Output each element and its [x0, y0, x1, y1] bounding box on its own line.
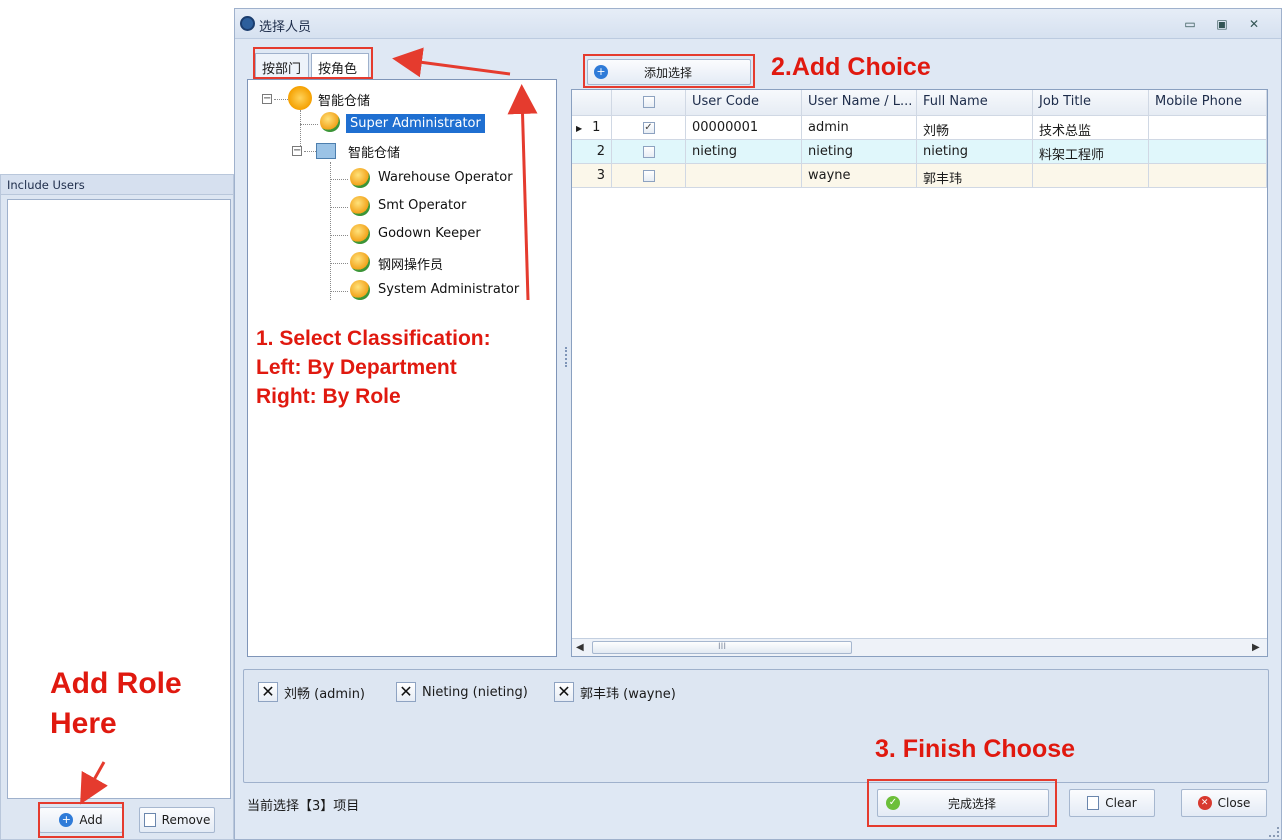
clear-button[interactable]: Clear [1069, 789, 1155, 817]
grid-header-indicator [572, 90, 612, 116]
tree-node-role[interactable]: Godown Keeper [378, 226, 481, 241]
remove-chip-icon[interactable]: ✕ [258, 682, 278, 702]
row-indicator: ▶ 1 [572, 116, 612, 140]
table-row[interactable]: ▶ 1 ✓ 00000001 admin 刘畅 技术总监 [572, 116, 1267, 140]
chip-label: 刘畅 (admin) [284, 686, 366, 702]
cell-user-name: wayne [802, 164, 917, 188]
tree-node-role[interactable]: System Administrator [378, 282, 519, 297]
remove-chip-icon[interactable]: ✕ [554, 682, 574, 702]
close-window-icon[interactable]: ✕ [1247, 17, 1261, 31]
cell-user-name: admin [802, 116, 917, 140]
row-checkbox[interactable] [642, 170, 655, 182]
dialog-app-icon [240, 16, 255, 31]
minimize-icon[interactable]: ▭ [1183, 17, 1197, 31]
org-root-icon [288, 86, 312, 110]
expand-root-icon[interactable]: − [262, 94, 272, 104]
maximize-icon[interactable]: ▣ [1215, 17, 1229, 31]
remove-button-label: Remove [161, 813, 211, 827]
annotation-box-finish [867, 779, 1057, 827]
table-row[interactable]: 2 nieting nieting nieting 料架工程师 [572, 140, 1267, 164]
annotation-finish-choose: 3. Finish Choose [875, 735, 1076, 763]
close-button[interactable]: ✕ Close [1181, 789, 1267, 817]
cell-user-name: nieting [802, 140, 917, 164]
tree-node-root[interactable]: 智能仓储 [318, 90, 370, 109]
row-number: 2 [572, 140, 612, 164]
cell-user-code [686, 164, 802, 188]
user-group-icon [350, 280, 370, 300]
department-icon [316, 143, 336, 159]
selected-users-area: ✕ 刘畅 (admin) ✕ Nieting (nieting) ✕ 郭丰玮 (… [243, 669, 1269, 783]
cell-user-code: nieting [686, 140, 802, 164]
annotation-box-add-choice [583, 54, 755, 88]
cell-job-title: 技术总监 [1033, 116, 1149, 140]
annotation-add-choice: 2.Add Choice [771, 53, 931, 81]
cell-user-code: 00000001 [686, 116, 802, 140]
annotation-add-role: Add Role Here [50, 667, 182, 740]
close-circle-icon: ✕ [1197, 796, 1212, 810]
chip-label: 郭丰玮 (wayne) [580, 686, 676, 702]
chip-label: Nieting (nieting) [422, 684, 528, 700]
row-checkbox-cell[interactable]: ✓ [612, 116, 686, 140]
scroll-left-icon[interactable]: ◀ [576, 642, 584, 653]
cell-full-name: 郭丰玮 [917, 164, 1033, 188]
annotation-box-tabs [253, 47, 373, 79]
selected-chip[interactable]: ✕ Nieting (nieting) [396, 682, 528, 702]
row-checkbox-checked[interactable]: ✓ [642, 122, 655, 134]
row-checkbox-cell[interactable] [612, 140, 686, 164]
cell-full-name: nieting [917, 140, 1033, 164]
users-grid: User Code User Name / L... Full Name Job… [571, 89, 1268, 657]
cell-mobile-phone [1149, 116, 1267, 140]
user-group-icon [350, 168, 370, 188]
cell-job-title [1033, 164, 1149, 188]
user-group-icon [350, 252, 370, 272]
row-number: 3 [572, 164, 612, 188]
remove-icon [143, 813, 156, 827]
remove-chip-icon[interactable]: ✕ [396, 682, 416, 702]
select-all-checkbox[interactable] [642, 96, 655, 108]
clear-button-label: Clear [1105, 796, 1137, 810]
dialog-titlebar: 选择人员 ▭ ▣ ✕ [235, 9, 1281, 39]
close-button-label: Close [1217, 796, 1251, 810]
cell-mobile-phone [1149, 164, 1267, 188]
selected-chip[interactable]: ✕ 刘畅 (admin) [258, 682, 365, 702]
clear-icon [1087, 796, 1100, 810]
row-checkbox-cell[interactable] [612, 164, 686, 188]
user-group-icon [350, 196, 370, 216]
scroll-right-icon[interactable]: ▶ [1252, 642, 1260, 653]
grid-header-mobile-phone[interactable]: Mobile Phone [1149, 90, 1267, 116]
cell-job-title: 料架工程师 [1033, 140, 1149, 164]
tree-node-role[interactable]: Warehouse Operator [378, 170, 513, 185]
current-row-icon: ▶ [576, 124, 583, 133]
tree-node-role[interactable]: Smt Operator [378, 198, 466, 213]
grid-header-checkbox[interactable] [612, 90, 686, 116]
cell-full-name: 刘畅 [917, 116, 1033, 140]
status-text: 当前选择【3】项目 [247, 799, 360, 814]
user-group-icon [350, 224, 370, 244]
grid-header-job-title[interactable]: Job Title [1033, 90, 1149, 116]
scroll-thumb[interactable]: III [592, 641, 852, 654]
grid-header-user-name[interactable]: User Name / L... [802, 90, 917, 116]
select-users-dialog: 选择人员 ▭ ▣ ✕ 按部门 按角色 − 智能仓储 Super Administ… [234, 8, 1282, 840]
splitter-handle[interactable] [565, 347, 567, 367]
include-users-header: Include Users [1, 175, 233, 195]
expand-dept-icon[interactable]: − [292, 146, 302, 156]
selected-chip[interactable]: ✕ 郭丰玮 (wayne) [554, 682, 676, 702]
remove-button[interactable]: Remove [139, 807, 215, 833]
annotation-box-add [38, 802, 124, 838]
grid-header-user-code[interactable]: User Code [686, 90, 802, 116]
user-group-icon [320, 112, 340, 132]
tree-node-role[interactable]: 钢网操作员 [378, 254, 443, 273]
table-row[interactable]: 3 wayne 郭丰玮 [572, 164, 1267, 188]
grid-header-full-name[interactable]: Full Name [917, 90, 1033, 116]
tree-node-dept[interactable]: 智能仓储 [348, 142, 400, 161]
cell-mobile-phone [1149, 140, 1267, 164]
resize-grip-icon[interactable] [1269, 827, 1279, 837]
role-tree[interactable]: − 智能仓储 Super Administrator − 智能仓储 Wareho… [247, 79, 557, 657]
tree-node-super-administrator[interactable]: Super Administrator [346, 114, 485, 133]
annotation-select-classification: 1. Select Classification: Left: By Depar… [256, 327, 491, 408]
row-checkbox[interactable] [642, 146, 655, 158]
dialog-title: 选择人员 [259, 20, 312, 35]
horizontal-scrollbar[interactable]: ◀ III ▶ [572, 638, 1267, 656]
